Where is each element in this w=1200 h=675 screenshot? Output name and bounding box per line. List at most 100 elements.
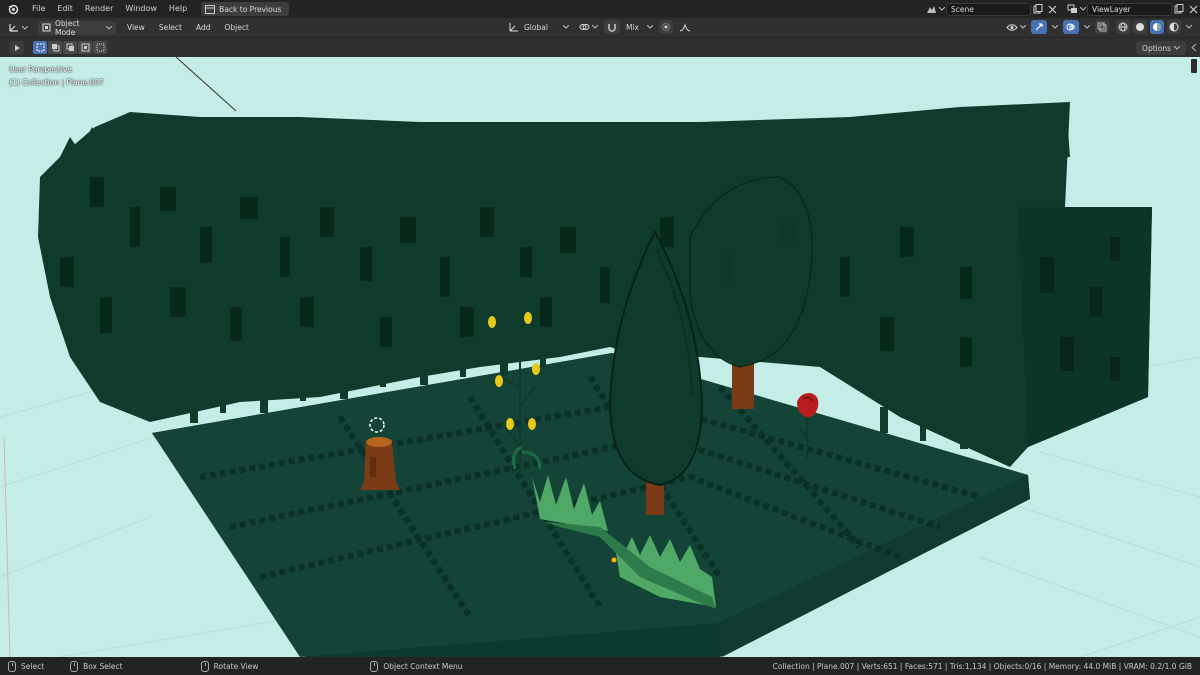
shading-wireframe-button[interactable] (1116, 20, 1130, 34)
scene-name-field[interactable]: Scene (946, 2, 1031, 16)
falloff-dropdown[interactable] (675, 20, 695, 34)
screen-back-icon (205, 4, 216, 14)
xray-toggle[interactable] (1095, 20, 1109, 34)
status-select: Select (8, 660, 45, 672)
collection-info-label: (1) Collection | Plane.007 (9, 78, 104, 87)
eye-icon (1006, 23, 1018, 31)
blender-logo-icon[interactable] (6, 2, 20, 16)
panel-toggle-icon[interactable] (1190, 43, 1198, 52)
back-to-previous-button[interactable]: Back to Previous (201, 2, 290, 16)
scene-name-text: Scene (951, 4, 974, 14)
chevron-down-icon[interactable] (938, 2, 946, 16)
view-layer-field[interactable]: ViewLayer (1087, 2, 1172, 16)
gizmo-arrows-icon (1035, 23, 1043, 31)
chevron-down-icon (562, 25, 569, 29)
xray-icon (1097, 22, 1107, 32)
select-invert-icon (81, 43, 89, 52)
transform-orientation-dropdown[interactable]: Global (505, 20, 573, 34)
viewport-scroll-handle[interactable] (1191, 59, 1197, 73)
selection-mode-group (32, 41, 107, 54)
chevron-down-icon[interactable] (1079, 2, 1087, 16)
header-menu-add[interactable]: Add (189, 23, 218, 32)
status-box-select-label: Box Select (83, 661, 123, 671)
axis-gizmo-icon (9, 24, 18, 32)
origin-point (611, 557, 617, 563)
play-tool-icon (15, 44, 20, 51)
snap-toggle[interactable] (603, 20, 620, 34)
solid-sphere-icon (1136, 23, 1144, 31)
proportional-dropdown[interactable]: Mix (622, 20, 657, 34)
status-rotate-label: Rotate View (213, 661, 259, 671)
status-context-label: Object Context Menu (383, 661, 463, 671)
mouse-left-icon (8, 660, 16, 672)
scene-render[interactable] (0, 57, 1200, 657)
scene-icon[interactable] (924, 2, 938, 16)
select-extend-button[interactable] (48, 41, 62, 54)
status-box-select: Box Select (70, 660, 123, 672)
scene-selector-group: Scene ViewLayer (924, 0, 1200, 18)
chevron-down-icon (22, 25, 28, 30)
3d-viewport[interactable]: User Perspective (1) Collection | Plane.… (0, 57, 1200, 657)
menu-file[interactable]: File (26, 0, 51, 18)
orientation-icon (509, 23, 518, 32)
chevron-down-icon (1186, 25, 1192, 29)
select-invert-button[interactable] (78, 41, 92, 54)
shading-dropdown[interactable] (1184, 20, 1194, 34)
proportional-label: Mix (625, 22, 639, 32)
visibility-dropdown[interactable] (1004, 20, 1028, 34)
editor-type-selector[interactable] (4, 21, 32, 35)
select-new-button[interactable] (33, 41, 47, 54)
mouse-right-icon (370, 660, 379, 672)
chevron-down-icon (1174, 46, 1180, 50)
chevron-down-icon (1020, 25, 1026, 29)
status-rotate-view: Rotate View (200, 660, 259, 672)
new-scene-icon[interactable] (1031, 2, 1045, 16)
select-intersect-button[interactable] (93, 41, 107, 54)
shading-rendered-button[interactable] (1167, 20, 1181, 34)
select-intersect-icon (96, 43, 104, 52)
delete-scene-icon[interactable] (1045, 2, 1059, 16)
mouse-drag-icon (70, 660, 79, 672)
overlays-toggle[interactable] (1063, 20, 1079, 34)
material-sphere-icon (1153, 23, 1161, 31)
header-menu-view[interactable]: View (120, 23, 152, 32)
menu-edit[interactable]: Edit (51, 0, 79, 18)
mode-dropdown[interactable]: Object Mode (38, 18, 116, 37)
gizmo-toggle[interactable] (1031, 20, 1047, 34)
transform-orientation-label: Global (524, 22, 548, 32)
menu-help[interactable]: Help (163, 0, 193, 18)
dot-icon (661, 23, 670, 31)
overlays-dropdown[interactable] (1082, 20, 1092, 34)
chevron-down-icon (106, 25, 112, 30)
wireframe-sphere-icon (1118, 22, 1128, 32)
header-menu-select[interactable]: Select (152, 23, 189, 32)
menu-window[interactable]: Window (119, 0, 163, 18)
mouse-middle-icon (200, 660, 209, 672)
status-select-label: Select (21, 661, 45, 671)
status-bar: Select Box Select Rotate View Object Con… (0, 657, 1200, 675)
tool-toggle-button[interactable] (10, 41, 24, 54)
proportional-edit-toggle[interactable] (658, 20, 673, 34)
select-box-icon (36, 43, 44, 52)
rendered-sphere-icon (1169, 22, 1179, 32)
header-menu-object[interactable]: Object (217, 23, 255, 32)
shading-material-button[interactable] (1150, 20, 1164, 34)
select-subtract-button[interactable] (63, 41, 77, 54)
pivot-point-dropdown[interactable] (575, 20, 602, 34)
select-subtract-icon (66, 43, 74, 51)
gizmo-dropdown[interactable] (1050, 20, 1060, 34)
new-view-layer-icon[interactable] (1172, 2, 1186, 16)
shading-solid-button[interactable] (1133, 20, 1147, 34)
chevron-down-icon (646, 25, 653, 29)
view-layer-icon[interactable] (1065, 2, 1079, 16)
viewport-shading-tools (1004, 20, 1194, 34)
mode-label: Object Mode (54, 18, 80, 37)
scene-statistics: Collection | Plane.007 | Verts:651 | Fac… (772, 661, 1192, 671)
object-mode-icon (42, 23, 51, 32)
tool-header: Options (0, 37, 1200, 57)
viewport-header: Object Mode View Select Add Object Globa… (0, 18, 1200, 37)
delete-view-layer-icon[interactable] (1186, 2, 1200, 16)
menu-render[interactable]: Render (79, 0, 119, 18)
chevron-down-icon (591, 25, 598, 29)
options-dropdown[interactable]: Options (1136, 41, 1186, 55)
